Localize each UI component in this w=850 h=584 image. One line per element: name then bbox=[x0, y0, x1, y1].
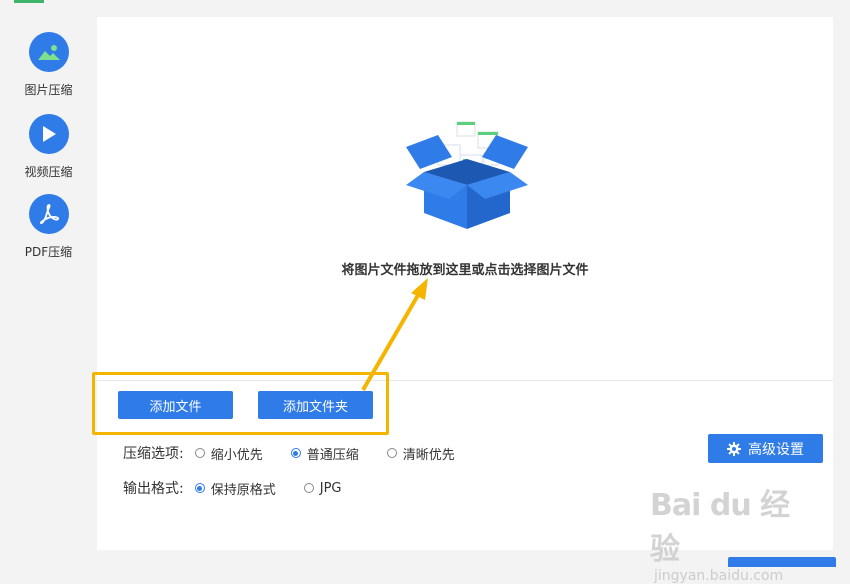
pdf-icon bbox=[28, 194, 69, 234]
sidebar-item-label: 图片压缩 bbox=[24, 83, 73, 97]
add-folder-button[interactable]: 添加文件夹 bbox=[258, 391, 373, 419]
play-icon bbox=[28, 114, 69, 154]
radio-indicator bbox=[386, 448, 397, 458]
app-logo bbox=[14, 0, 44, 3]
radio-normal-compress[interactable]: 普通压缩 bbox=[290, 444, 359, 463]
radio-jpg[interactable]: JPG bbox=[303, 480, 342, 496]
add-file-button[interactable]: 添加文件 bbox=[118, 391, 233, 419]
radio-indicator bbox=[194, 483, 205, 493]
sidebar-item-label: PDF压缩 bbox=[24, 245, 73, 259]
gear-icon bbox=[727, 441, 741, 456]
drop-zone[interactable]: 将图片文件拖放到这里或点击选择图片文件 bbox=[97, 17, 833, 380]
sidebar-item-pdf-compress[interactable]: PDF压缩 bbox=[0, 194, 97, 260]
radio-label: 普通压缩 bbox=[306, 447, 359, 463]
divider bbox=[97, 380, 833, 381]
image-icon bbox=[28, 32, 69, 72]
advanced-settings-button[interactable]: 高级设置 bbox=[708, 434, 823, 463]
open-box-icon bbox=[406, 121, 528, 229]
radio-indicator bbox=[290, 448, 301, 458]
radio-label: 清晰优先 bbox=[402, 447, 455, 463]
radio-indicator bbox=[303, 483, 314, 493]
output-format-label: 输出格式: bbox=[123, 481, 184, 497]
output-format-row: 输出格式: 保持原格式 JPG bbox=[123, 478, 369, 498]
advanced-settings-label: 高级设置 bbox=[748, 441, 804, 458]
radio-label: 缩小优先 bbox=[210, 447, 263, 463]
main-panel: 将图片文件拖放到这里或点击选择图片文件 bbox=[97, 17, 833, 550]
radio-label: JPG bbox=[319, 480, 342, 496]
sidebar-item-label: 视频压缩 bbox=[24, 165, 73, 179]
sidebar-item-image-compress[interactable]: 图片压缩 bbox=[0, 32, 97, 98]
radio-clarity-priority[interactable]: 清晰优先 bbox=[386, 444, 455, 463]
start-compress-button[interactable] bbox=[728, 557, 836, 567]
compress-options-label: 压缩选项: bbox=[123, 446, 184, 462]
radio-label: 保持原格式 bbox=[210, 482, 276, 498]
radio-indicator bbox=[194, 448, 205, 458]
radio-shrink-priority[interactable]: 缩小优先 bbox=[194, 444, 263, 463]
radio-keep-format[interactable]: 保持原格式 bbox=[194, 479, 276, 498]
drop-hint-text: 将图片文件拖放到这里或点击选择图片文件 bbox=[341, 263, 589, 278]
sidebar: 图片压缩 视频压缩 PDF压缩 bbox=[0, 0, 97, 563]
sidebar-item-video-compress[interactable]: 视频压缩 bbox=[0, 114, 97, 180]
compress-options-row: 压缩选项: 缩小优先 普通压缩 清晰优先 bbox=[123, 443, 483, 463]
